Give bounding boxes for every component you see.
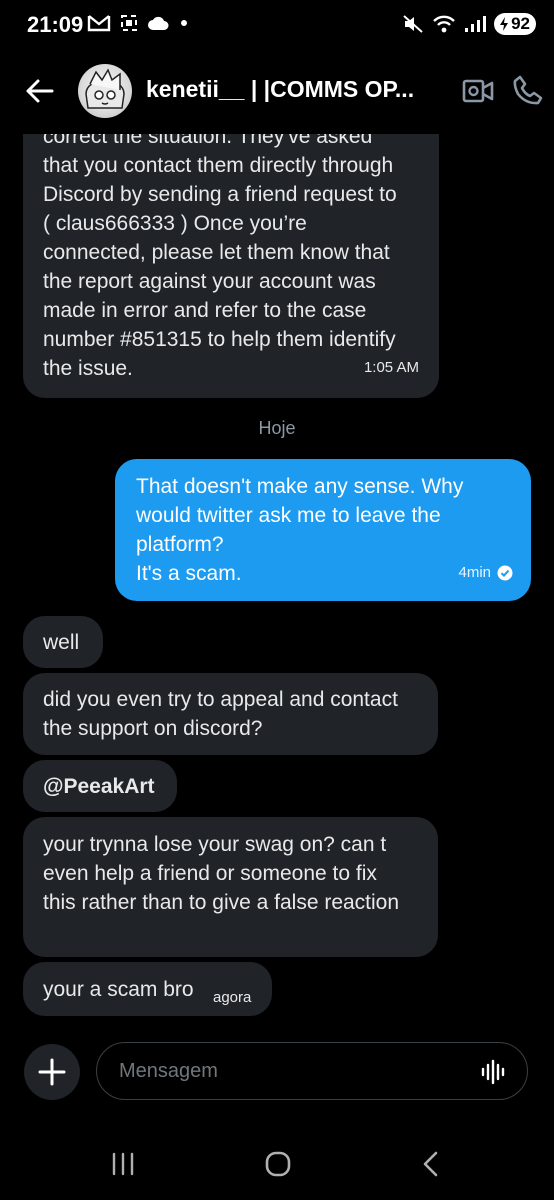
message-placeholder: Mensagem	[119, 1060, 218, 1082]
message-text: correct the situation. They've asked tha…	[43, 125, 397, 380]
battery-saver-icon	[500, 17, 509, 31]
system-icons: 92	[402, 13, 536, 35]
message-text: did you even try to appeal and contact t…	[43, 688, 398, 740]
chat-header: kenetii__ | |COMMS OP...	[0, 56, 554, 134]
incoming-message[interactable]: your trynna lose your swag on? can t eve…	[23, 817, 438, 957]
back-nav-icon[interactable]	[420, 1150, 442, 1178]
notification-icons	[87, 13, 187, 33]
day-separator: Hoje	[258, 418, 296, 438]
recent-apps-icon[interactable]	[110, 1152, 136, 1176]
message-time: agora	[213, 989, 252, 1006]
plus-icon	[38, 1058, 66, 1086]
incoming-message[interactable]: well	[23, 616, 103, 668]
incoming-message[interactable]: did you even try to appeal and contact t…	[23, 673, 438, 755]
message-input[interactable]: Mensagem	[96, 1042, 528, 1100]
message-text: your trynna lose your swag on? can t eve…	[43, 833, 400, 914]
outgoing-message[interactable]: That doesn't make any sense. Why would t…	[115, 459, 531, 601]
incoming-message[interactable]: your a scam bro agora	[23, 962, 272, 1016]
mute-icon	[403, 15, 423, 33]
add-attachment-button[interactable]	[24, 1044, 80, 1100]
message-time: 1:05 AM	[363, 359, 419, 376]
message-status: 4min	[458, 558, 513, 587]
message-text: your a scam bro	[43, 978, 194, 1001]
phone-call-icon[interactable]	[512, 74, 544, 106]
back-arrow-icon[interactable]	[22, 76, 62, 106]
incoming-message[interactable]: @PeeakArt	[23, 760, 177, 812]
voice-message-icon[interactable]	[481, 1059, 507, 1085]
dot-icon	[181, 20, 187, 26]
status-time: 21:09	[27, 12, 84, 37]
contact-name[interactable]: kenetii__ | |COMMS OP...	[146, 76, 426, 103]
mention-text[interactable]: @PeeakArt	[43, 772, 155, 801]
avatar-drawing	[85, 68, 125, 109]
message-text: well	[43, 631, 80, 654]
message-time: 4min	[458, 564, 491, 581]
message-text: That doesn't make any sense. Why would t…	[136, 475, 464, 585]
video-call-icon[interactable]	[462, 76, 494, 106]
wifi-icon	[433, 15, 455, 33]
incoming-message[interactable]: correct the situation. They've asked tha…	[23, 108, 439, 398]
system-nav-bar	[0, 1138, 554, 1188]
cloud-icon	[148, 16, 169, 30]
home-icon[interactable]	[264, 1150, 292, 1178]
avatar[interactable]	[78, 64, 132, 118]
battery-level: 92	[511, 14, 530, 33]
battery-indicator: 92	[494, 13, 536, 35]
signal-icon	[465, 16, 487, 32]
read-check-icon	[497, 565, 513, 580]
gmail-icon	[87, 15, 111, 32]
screenshot-icon	[121, 15, 137, 31]
status-bar: 21:09 92	[0, 0, 554, 52]
